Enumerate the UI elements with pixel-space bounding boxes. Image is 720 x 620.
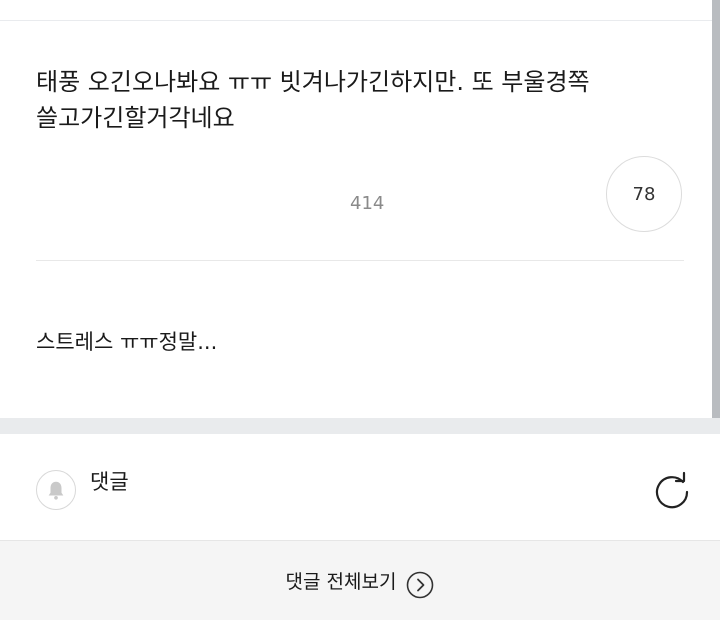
comment-label: 댓글 (90, 470, 129, 494)
bell-icon[interactable] (36, 470, 76, 510)
like-button[interactable]: 78 (606, 156, 682, 232)
second-post-text: 스트레스 ㅠㅠ정말... (36, 330, 218, 354)
view-all-comments-label: 댓글 전체보기 (285, 571, 397, 593)
comment-section: 댓글 (0, 434, 720, 538)
top-divider (0, 20, 712, 21)
post-text: 태풍 오긴오나봐요 ㅠㅠ 빗겨나가긴하지만. 또 부울경쪽 쓸고가긴할거각네요 (36, 68, 590, 132)
post-divider (36, 260, 684, 261)
like-count: 78 (632, 183, 656, 205)
view-all-comments-button[interactable]: 댓글 전체보기 (0, 540, 720, 620)
chevron-right-circle-icon (407, 571, 434, 598)
refresh-icon[interactable] (652, 470, 692, 510)
section-separator (0, 418, 720, 434)
view-count: 414 (350, 193, 385, 214)
scrollbar[interactable] (712, 0, 720, 432)
